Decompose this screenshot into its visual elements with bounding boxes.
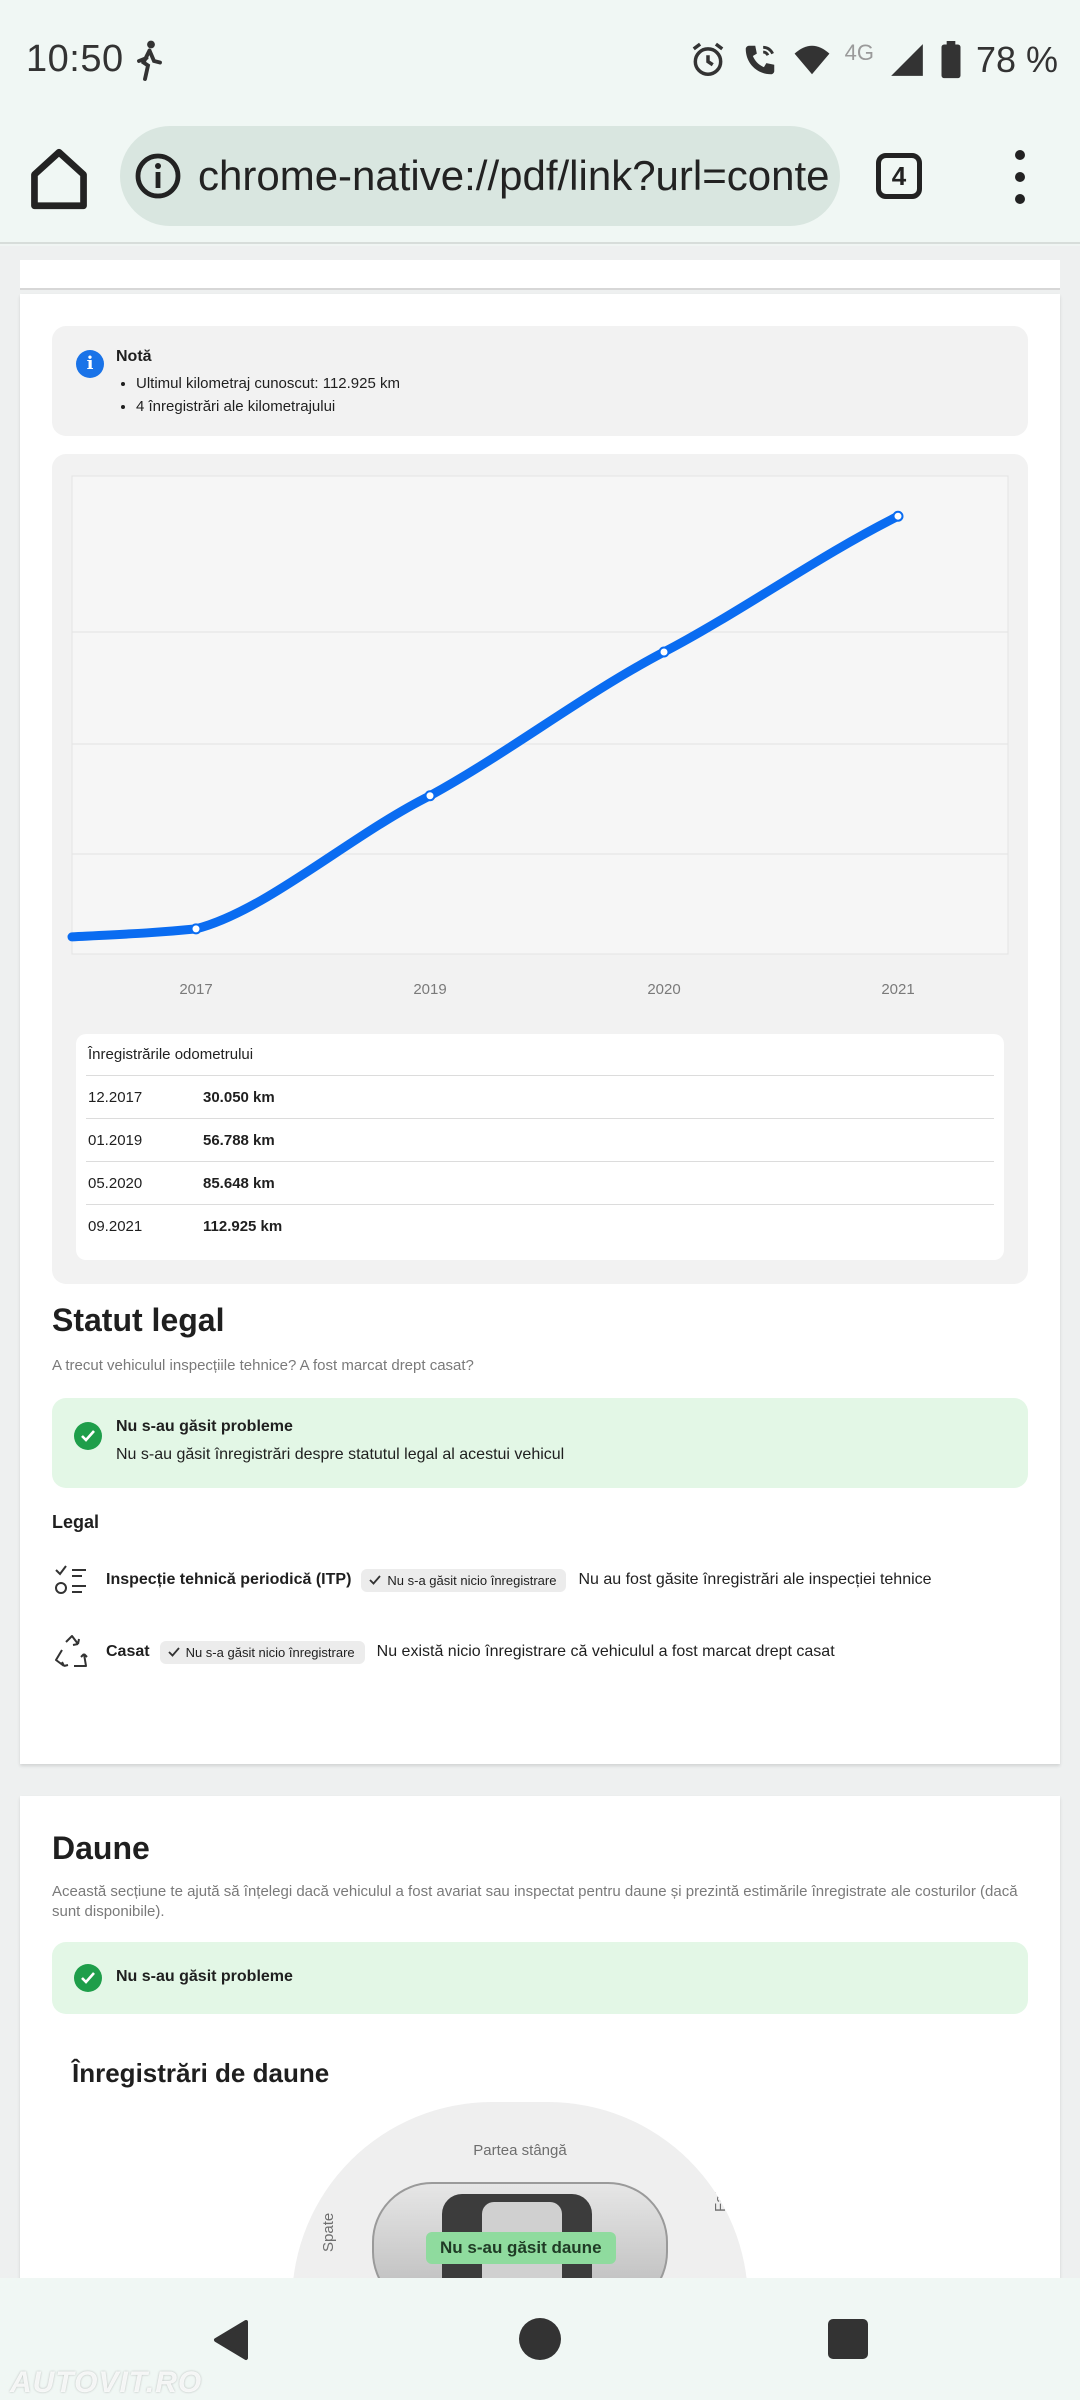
data-point [892,510,904,522]
table-row: 09.2021 112.925 km [86,1205,994,1248]
x-tick-label: 2019 [413,981,446,998]
previous-page-edge [20,260,1060,290]
odometer-value: 30.050 km [203,1089,275,1106]
damage-ok-title: Nu s-au găsit probleme [116,1968,293,1985]
home-nav-icon[interactable] [519,2318,561,2360]
data-point [658,646,670,658]
odometer-table-title: Înregistrările odometrului [86,1034,994,1076]
table-row: 01.2019 56.788 km [86,1119,994,1162]
legal-item-scrapped: Casat Nu s-a găsit nicio înregistrare Nu… [52,1630,835,1674]
chip-label: Nu s-a găsit nicio înregistrare [185,1644,355,1660]
back-icon[interactable] [210,2318,250,2362]
signal-icon [891,44,923,76]
wifi-icon [794,45,829,75]
odometer-value: 85.648 km [203,1175,275,1192]
check-icon [167,1647,180,1657]
x-tick-label: 2021 [881,981,914,998]
battery-icon [941,41,961,79]
chip-label: Nu s-a găsit nicio înregistrare [387,1572,557,1588]
legal-ok-desc: Nu s-au găsit înregistrări despre statut… [116,1446,565,1463]
recycle-icon [55,1635,88,1667]
wifi-call-icon [745,45,774,75]
recents-icon[interactable] [828,2319,868,2359]
tab-switcher-button[interactable]: 4 [876,153,922,199]
legal-item-desc: Nu există nicio înregistrare că vehiculu… [376,1643,835,1660]
legal-status-title: Statut legal [52,1302,225,1338]
odometer-table: Înregistrările odometrului 12.2017 30.05… [76,1034,1004,1260]
report-page: i Notă Ultimul kilometraj cunoscut: 112.… [20,294,1060,1764]
watermark-logo: AUTOVIT.RO [10,2366,203,2399]
note-list: Ultimul kilometraj cunoscut: 112.925 km … [136,372,400,418]
overflow-menu-icon[interactable] [1010,150,1030,204]
check-circle-icon [74,1964,102,1992]
odometer-value: 56.788 km [203,1132,275,1149]
pdf-content[interactable]: i Notă Ultimul kilometraj cunoscut: 112.… [0,246,1080,2278]
damage-title: Daune [52,1830,150,1866]
no-record-chip: Nu s-a găsit nicio înregistrare [361,1568,567,1592]
side-label-rear: Spate [320,2212,337,2252]
table-row: 12.2017 30.050 km [86,1076,994,1119]
no-damage-badge: Nu s-au găsit daune [426,2232,616,2264]
legal-ok-box: Nu s-au găsit probleme Nu s-au găsit înr… [52,1398,1028,1488]
odometer-date: 05.2020 [88,1175,143,1192]
damage-ok-box: Nu s-au găsit probleme [52,1942,1028,2014]
status-time: 10:50 [26,38,124,80]
side-label-left: Partea stângă [473,2142,567,2159]
note-item: Ultimul kilometraj cunoscut: 112.925 km [136,372,400,395]
x-tick-label: 2020 [647,981,680,998]
legal-status-subtitle: A trecut vehiculul inspecțiile tehnice? … [52,1357,474,1374]
odometer-date: 01.2019 [88,1132,143,1149]
status-bar: 10:50 4G 78 % [0,0,1080,120]
data-point [424,790,436,802]
legal-item-itp: Inspecție tehnică periodică (ITP) Nu s-a… [52,1558,932,1602]
legal-item-name: Casat [106,1643,150,1660]
damage-records-title: Înregistrări de daune [72,2058,330,2088]
home-icon[interactable] [30,146,88,212]
alarm-icon [692,42,723,76]
battery-percent: 78 % [975,39,1058,80]
walking-icon [137,40,162,81]
legal-item-name: Inspecție tehnică periodică (ITP) [106,1571,352,1588]
damage-subtitle: Această secțiune te ajută să înțelegi da… [52,1883,1018,1920]
address-bar[interactable]: chrome-native://pdf/link?url=conte [120,126,840,226]
plot-area [71,475,1009,955]
checklist-icon [55,1565,86,1594]
odometer-date: 09.2021 [88,1218,143,1235]
x-tick-label: 2017 [179,981,212,998]
table-row: 05.2020 85.648 km [86,1162,994,1205]
url-text[interactable]: chrome-native://pdf/link?url=conte [198,152,830,200]
browser-toolbar: chrome-native://pdf/link?url=conte 4 [0,120,1080,244]
no-record-chip: Nu s-a găsit nicio înregistrare [159,1640,365,1664]
legal-ok-title: Nu s-au găsit probleme [116,1418,293,1435]
note-title: Notă [116,348,152,365]
info-icon: i [76,350,104,378]
check-icon [369,1575,382,1585]
data-point [190,923,202,935]
note-box: i Notă Ultimul kilometraj cunoscut: 112.… [52,326,1028,436]
check-circle-icon [74,1422,102,1450]
network-type: 4G [844,40,874,65]
odometer-date: 12.2017 [88,1089,143,1106]
legal-heading: Legal [52,1512,100,1532]
odometer-chart: 2017 2019 2020 2021 [67,475,1009,998]
info-icon[interactable] [134,152,182,200]
side-label-front: Față [712,2181,729,2212]
odometer-value: 112.925 km [203,1218,283,1235]
odometer-chart-container: 2017 2019 2020 2021 Înregistrările odometru… [52,454,1028,1284]
note-item: 4 înregistrări ale kilometrajului [136,395,400,418]
legal-item-desc: Nu au fost găsite înregistrări ale inspe… [578,1571,932,1588]
